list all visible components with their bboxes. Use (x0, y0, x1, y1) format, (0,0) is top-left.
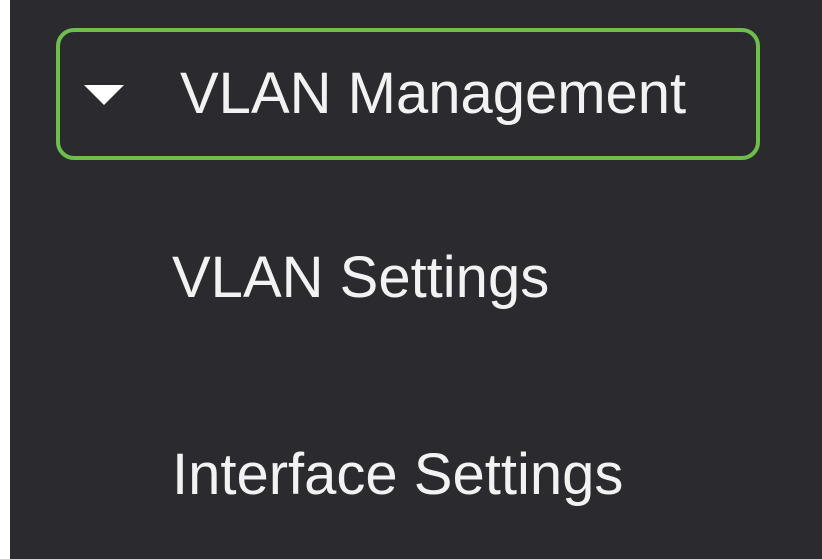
interface-settings-menu-item[interactable]: Interface Settings (172, 435, 623, 515)
vlan-management-menu-item[interactable]: VLAN Management (56, 28, 760, 160)
navigation-sidebar: VLAN Management VLAN Settings Interface … (10, 0, 822, 559)
vlan-management-label: VLAN Management (180, 61, 687, 126)
interface-settings-label: Interface Settings (172, 442, 624, 507)
vlan-settings-menu-item[interactable]: VLAN Settings (172, 238, 549, 318)
caret-down-icon (84, 85, 124, 105)
vlan-settings-label: VLAN Settings (172, 245, 550, 310)
